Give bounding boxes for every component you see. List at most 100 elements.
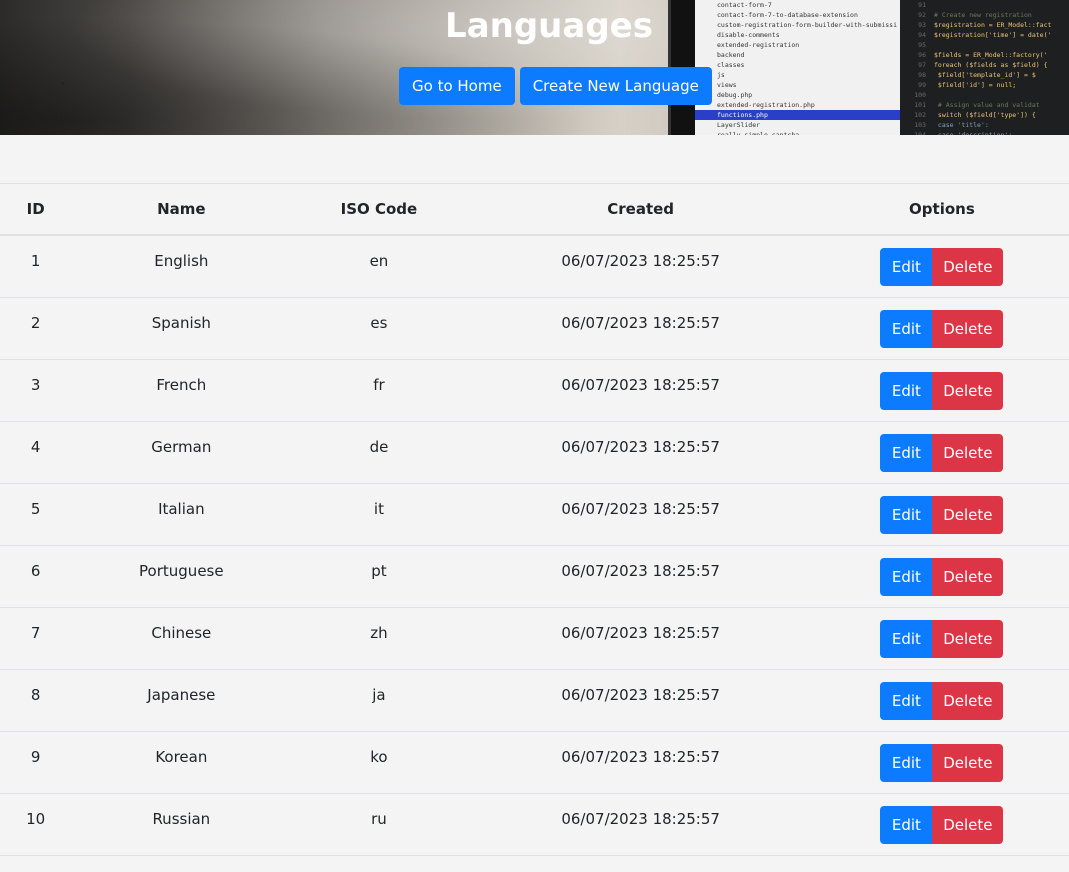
cell-created: 06/07/2023 18:25:57 [466, 731, 815, 794]
delete-button[interactable]: Delete [932, 805, 1004, 844]
delete-button[interactable]: Delete [932, 433, 1004, 472]
cell-id: 7 [0, 607, 72, 670]
delete-button[interactable]: Delete [932, 619, 1004, 658]
cell-name: Chinese [71, 607, 292, 670]
cell-id: 1 [0, 235, 72, 298]
code-line-number: 96 [918, 51, 926, 59]
row-actions: Edit Delete [880, 248, 1004, 286]
code-line-number: 103 [914, 121, 926, 129]
code-line-text: $fields = ER_Model::factory(' [934, 51, 1048, 59]
delete-button[interactable]: Delete [932, 309, 1004, 348]
cell-options: Edit Delete [814, 669, 1069, 732]
cell-options: Edit Delete [814, 235, 1069, 298]
cell-name: Italian [71, 483, 292, 546]
table-body: 1 English en 06/07/2023 18:25:57 Edit Delete 2… [0, 235, 1069, 856]
table-row: 4 German de 06/07/2023 18:25:57 Edit Delete [0, 421, 1069, 484]
page-title: Languages [445, 6, 653, 46]
code-line-text: case 'description': [934, 131, 1013, 135]
row-actions: Edit Delete [880, 433, 1004, 472]
create-new-language-button[interactable]: Create New Language [519, 67, 712, 105]
cell-options: Edit Delete [814, 359, 1069, 422]
cell-iso-code: en [291, 235, 467, 298]
cell-iso-code: ko [291, 731, 467, 794]
code-line: 97 foreach ($fields as $field) { [900, 60, 1069, 70]
code-line-number: 98 [918, 71, 926, 79]
row-actions: Edit Delete [880, 371, 1004, 410]
column-header-options: Options [814, 183, 1069, 236]
edit-button[interactable]: Edit [880, 805, 933, 844]
cell-options: Edit Delete [814, 607, 1069, 670]
cell-iso-code: es [291, 297, 467, 360]
table-header: ID Name ISO Code Created Options [0, 183, 1069, 236]
row-actions: Edit Delete [880, 557, 1004, 596]
code-line-text: $field['template_id'] = $ [934, 71, 1036, 79]
column-header-iso-code: ISO Code [291, 183, 467, 236]
edit-button[interactable]: Edit [880, 743, 933, 782]
explorer-item: views [717, 81, 737, 89]
languages-table: ID Name ISO Code Created Options 1 Englis… [0, 183, 1069, 856]
code-line-number: 99 [918, 81, 926, 89]
cell-created: 06/07/2023 18:25:57 [466, 545, 815, 608]
table-row: 1 English en 06/07/2023 18:25:57 Edit Delete [0, 235, 1069, 298]
edit-button[interactable]: Edit [880, 433, 933, 472]
explorer-item: debug.php [717, 91, 753, 99]
cell-iso-code: zh [291, 607, 467, 670]
explorer-item: classes [717, 61, 745, 69]
cell-created: 06/07/2023 18:25:57 [466, 235, 815, 298]
delete-button[interactable]: Delete [932, 371, 1004, 410]
cell-created: 06/07/2023 18:25:57 [466, 793, 815, 856]
edit-button[interactable]: Edit [880, 681, 933, 720]
delete-button[interactable]: Delete [932, 495, 1004, 534]
cell-iso-code: pt [291, 545, 467, 608]
explorer-item: LayerSlider [717, 121, 761, 129]
delete-button[interactable]: Delete [932, 743, 1004, 782]
cell-iso-code: ja [291, 669, 467, 732]
code-line-number: 101 [914, 101, 926, 109]
code-line: 96 $fields = ER_Model::factory(' [900, 50, 1069, 60]
edit-button[interactable]: Edit [880, 309, 933, 348]
delete-button[interactable]: Delete [932, 248, 1004, 286]
cell-created: 06/07/2023 18:25:57 [466, 607, 815, 670]
table-row: 5 Italian it 06/07/2023 18:25:57 Edit Delete [0, 483, 1069, 546]
delete-button[interactable]: Delete [932, 557, 1004, 596]
code-line-text: foreach ($fields as $field) { [934, 61, 1048, 69]
cell-id: 8 [0, 669, 72, 732]
hero-button-group: Go to Home Create New Language [399, 67, 712, 105]
cell-id: 6 [0, 545, 72, 608]
cell-id: 4 [0, 421, 72, 484]
hero-photo-speck [61, 82, 64, 85]
table-row: 3 French fr 06/07/2023 18:25:57 Edit Delete [0, 359, 1069, 422]
code-line-number: 104 [914, 131, 926, 135]
cell-name: Russian [71, 793, 292, 856]
edit-button[interactable]: Edit [880, 495, 933, 534]
code-line: 104 case 'description': [900, 130, 1069, 135]
row-actions: Edit Delete [880, 805, 1004, 844]
hero-banner: contact-form-7 contact-form-7-to-database… [0, 0, 1069, 135]
edit-button[interactable]: Edit [880, 371, 933, 410]
cell-id: 2 [0, 297, 72, 360]
code-line-text: case 'title': [934, 121, 989, 129]
code-line: 100 [900, 90, 1069, 100]
edit-button[interactable]: Edit [880, 619, 933, 658]
cell-options: Edit Delete [814, 793, 1069, 856]
row-actions: Edit Delete [880, 743, 1004, 782]
cell-name: English [71, 235, 292, 298]
cell-name: French [71, 359, 292, 422]
cell-id: 10 [0, 793, 72, 856]
column-header-id: ID [0, 183, 72, 236]
code-line: 102 switch ($field['type']) { [900, 110, 1069, 120]
code-line-text: $field['id'] = null; [934, 81, 1017, 89]
cell-created: 06/07/2023 18:25:57 [466, 483, 815, 546]
code-line: 99 $field['id'] = null; [900, 80, 1069, 90]
cell-created: 06/07/2023 18:25:57 [466, 359, 815, 422]
edit-button[interactable]: Edit [880, 557, 933, 596]
delete-button[interactable]: Delete [932, 681, 1004, 720]
table-row: 9 Korean ko 06/07/2023 18:25:57 Edit Delete [0, 731, 1069, 794]
edit-button[interactable]: Edit [880, 248, 933, 286]
cell-iso-code: it [291, 483, 467, 546]
cell-id: 5 [0, 483, 72, 546]
go-to-home-button[interactable]: Go to Home [399, 67, 515, 105]
code-line-text: # Assign value and validat [934, 101, 1040, 109]
code-line-text: switch ($field['type']) { [934, 111, 1036, 119]
explorer-item: extended-registration.php [717, 101, 815, 109]
